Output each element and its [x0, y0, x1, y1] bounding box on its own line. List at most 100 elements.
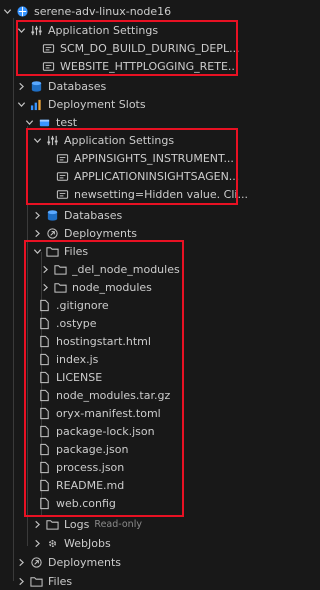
folder-icon — [52, 278, 68, 296]
tree-item-databases[interactable]: Databases — [0, 77, 255, 95]
tree-item-file[interactable]: package.json — [0, 440, 277, 458]
tree-item-label: index.js — [56, 352, 99, 366]
tree-item-label: Files — [48, 574, 73, 588]
tree-item-file[interactable]: LICENSE — [0, 368, 277, 386]
tree-item-setting[interactable]: APPLICATIONINSIGHTSAGEN... — [0, 167, 295, 185]
tree-item-slot-application-settings[interactable]: Application Settings — [0, 131, 271, 149]
tree-item-file[interactable]: hostingstart.html — [0, 332, 277, 350]
tree-item-file[interactable]: node_modules.tar.gz — [0, 386, 277, 404]
tree-item-webjobs[interactable]: WebJobs — [0, 534, 271, 552]
tree-item-file[interactable]: README.md — [0, 476, 277, 494]
tree-item-label: Application Settings — [48, 23, 159, 37]
tree-item-slot-databases[interactable]: Databases — [0, 206, 271, 224]
chevron-right-icon[interactable] — [38, 278, 52, 296]
tree-item-file[interactable]: oryx-manifest.toml — [0, 404, 277, 422]
tree-item-label: Files — [64, 244, 89, 258]
tree-item-label: .ostype — [56, 316, 97, 330]
database-icon — [44, 206, 60, 224]
tree-item-folder[interactable]: _del_node_modules — [0, 260, 279, 278]
tree-item-label: web.config — [56, 496, 116, 510]
tree-item-label: node_modules.tar.gz — [56, 388, 171, 402]
chevron-down-icon[interactable] — [30, 131, 44, 149]
tree-item-files-bottom[interactable]: Files — [0, 572, 255, 590]
settings-sliders-icon — [44, 131, 60, 149]
settings-sliders-icon — [28, 21, 44, 39]
tree-item-label: Deployments — [64, 226, 138, 240]
deployment-slots-icon — [28, 95, 44, 113]
tree-item-label: _del_node_modules — [72, 262, 180, 276]
tree-item-label: SCM_DO_BUILD_DURING_DEPL... — [60, 41, 240, 55]
setting-icon — [40, 57, 56, 75]
file-icon — [36, 476, 52, 494]
setting-icon — [54, 185, 70, 203]
tree-item-label: APPINSIGHTS_INSTRUMENT... — [74, 151, 234, 165]
database-icon — [28, 77, 44, 95]
file-icon — [36, 404, 52, 422]
chevron-down-icon[interactable] — [30, 242, 44, 260]
tree-item-slot-test[interactable]: test — [0, 113, 263, 131]
file-icon — [36, 458, 52, 476]
setting-icon — [54, 149, 70, 167]
file-icon — [36, 422, 52, 440]
chevron-right-icon[interactable] — [30, 224, 44, 242]
tree-item-label: test — [56, 115, 78, 129]
tree-item-deployments[interactable]: Deployments — [0, 553, 255, 571]
chevron-right-icon[interactable] — [14, 553, 28, 571]
tree-item-setting[interactable]: WEBSITE_HTTPLOGGING_RETE... — [0, 57, 281, 75]
tree-item-label: README.md — [56, 478, 125, 492]
tree-item-label: WEBSITE_HTTPLOGGING_RETE... — [60, 59, 239, 73]
tree-item-label: APPLICATIONINSIGHTSAGEN... — [74, 169, 240, 183]
folder-icon — [28, 572, 44, 590]
chevron-down-icon[interactable] — [0, 2, 14, 20]
tree-item-label: serene-adv-linux-node16 — [34, 4, 172, 18]
file-icon — [36, 440, 52, 458]
tree-item-file[interactable]: .ostype — [0, 314, 277, 332]
tree-item-label: Deployments — [48, 555, 122, 569]
tree-item-label: Application Settings — [64, 133, 175, 147]
chevron-right-icon[interactable] — [30, 534, 44, 552]
tree-item-setting[interactable]: newsetting=Hidden value. Cli... — [0, 185, 295, 203]
webjobs-gear-icon — [44, 534, 60, 552]
setting-icon — [54, 167, 70, 185]
tree-item-label: node_modules — [72, 280, 152, 294]
tree-item-file[interactable]: .gitignore — [0, 296, 277, 314]
tree-item-deployment-slots[interactable]: Deployment Slots — [0, 95, 255, 113]
tree-item-file[interactable]: package-lock.json — [0, 422, 277, 440]
tree-item-label: newsetting=Hidden value. Cli... — [74, 187, 248, 201]
tree-item-label: Logs — [64, 517, 90, 531]
chevron-down-icon[interactable] — [14, 95, 28, 113]
tree-item-app[interactable]: serene-adv-linux-node16 — [0, 2, 241, 20]
tree-item-setting[interactable]: SCM_DO_BUILD_DURING_DEPL... — [0, 39, 281, 57]
file-icon — [36, 332, 52, 350]
chevron-right-icon[interactable] — [14, 77, 28, 95]
tree-item-logs[interactable]: Logs Read-only — [0, 515, 271, 533]
tree-item-folder[interactable]: node_modules — [0, 278, 279, 296]
tree-item-slot-deployments[interactable]: Deployments — [0, 224, 271, 242]
tree-item-label: package-lock.json — [56, 424, 155, 438]
file-icon — [36, 368, 52, 386]
chevron-right-icon[interactable] — [38, 260, 52, 278]
file-icon — [36, 296, 52, 314]
chevron-right-icon[interactable] — [30, 515, 44, 533]
setting-icon — [40, 39, 56, 57]
tree-item-label: LICENSE — [56, 370, 103, 384]
deployments-icon — [44, 224, 60, 242]
tree-item-file[interactable]: index.js — [0, 350, 277, 368]
tree-item-label: oryx-manifest.toml — [56, 406, 161, 420]
folder-open-icon — [44, 242, 60, 260]
deployments-icon — [28, 553, 44, 571]
tree-item-files[interactable]: Files — [0, 242, 271, 260]
chevron-down-icon[interactable] — [22, 113, 36, 131]
tree-item-application-settings[interactable]: Application Settings — [0, 21, 255, 39]
chevron-right-icon[interactable] — [14, 572, 28, 590]
tree-item-file[interactable]: web.config — [0, 494, 277, 512]
chevron-right-icon[interactable] — [30, 206, 44, 224]
folder-icon — [52, 260, 68, 278]
tree-item-label: process.json — [56, 460, 125, 474]
chevron-down-icon[interactable] — [14, 21, 28, 39]
file-icon — [36, 494, 52, 512]
file-icon — [36, 386, 52, 404]
tree-item-file[interactable]: process.json — [0, 458, 277, 476]
folder-icon — [44, 515, 60, 533]
tree-item-setting[interactable]: APPINSIGHTS_INSTRUMENT... — [0, 149, 295, 167]
